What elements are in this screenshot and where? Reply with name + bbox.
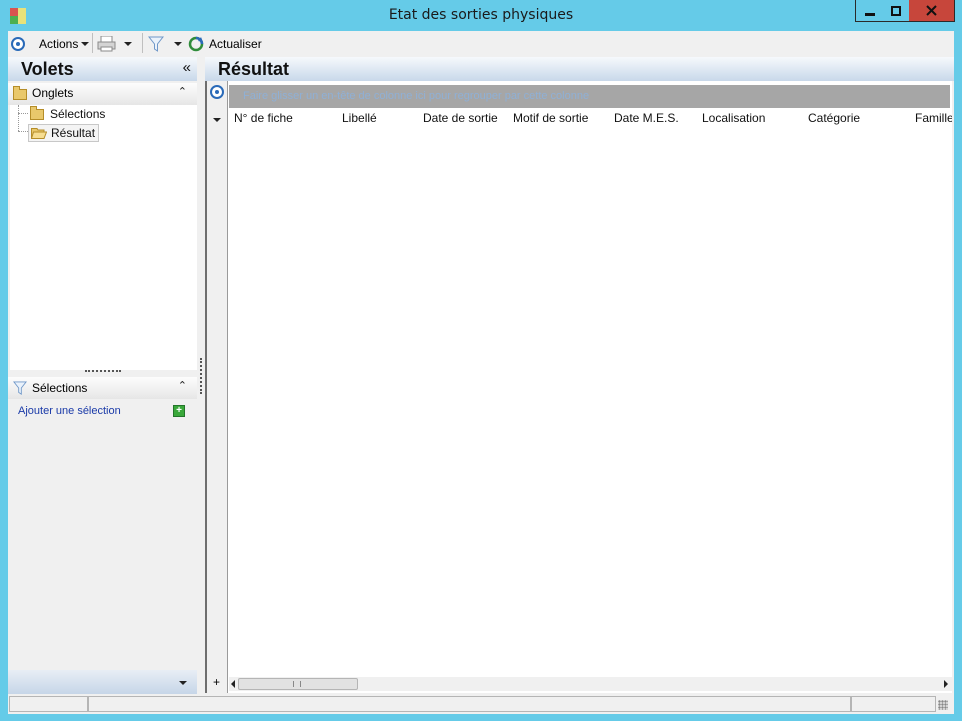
add-selection-link[interactable]: Ajouter une sélection [18, 405, 121, 417]
target-icon [11, 37, 25, 51]
onglets-section-header[interactable]: Onglets ⌃ [8, 83, 197, 105]
title-bar[interactable]: Etat des sorties physiques [0, 0, 962, 31]
navigation-pane: Volets « Onglets ⌃ Sélections Résultat S… [8, 56, 197, 694]
collapse-section-icon[interactable]: ⌃ [178, 85, 187, 98]
filter-dropdown[interactable] [174, 35, 182, 53]
target-button[interactable] [11, 35, 25, 53]
refresh-label: Actualiser [209, 37, 262, 51]
status-panel [9, 696, 88, 712]
status-panel [88, 696, 851, 712]
scroll-right-icon[interactable] [942, 679, 950, 689]
navigation-pane-header: Volets « [8, 57, 197, 81]
resize-grip[interactable] [938, 700, 948, 710]
filter-icon [148, 36, 164, 52]
column-header-date-mes[interactable]: Date M.E.S. [614, 111, 679, 127]
column-header-date-sortie[interactable]: Date de sortie [423, 111, 498, 127]
collapse-section-icon[interactable]: ⌃ [178, 379, 187, 392]
row-selector-column [207, 81, 228, 693]
navigation-pane-title: Volets [21, 59, 74, 79]
collapse-pane-button[interactable]: « [183, 59, 191, 76]
open-folder-icon [31, 128, 47, 139]
tree-connector [18, 131, 28, 132]
window-title: Etat des sorties physiques [388, 7, 574, 23]
client-area: Actions Actualiser Volets « Onglets ⌃ Sé… [8, 31, 954, 714]
group-by-panel[interactable]: Faire glisser un en-tête de colonne ici … [229, 85, 950, 108]
scrollbar-thumb[interactable] [238, 678, 358, 690]
refresh-icon [188, 36, 204, 52]
pane-splitter-grip[interactable] [85, 370, 121, 376]
selections-section-title: Sélections [32, 381, 88, 395]
target-icon[interactable] [210, 85, 224, 99]
tree-connector [18, 113, 28, 114]
filter-button[interactable] [148, 35, 164, 53]
printer-icon [97, 36, 116, 52]
scroll-left-icon[interactable] [229, 679, 237, 689]
toolbar-separator [142, 33, 143, 53]
chevron-down-icon[interactable] [179, 681, 187, 685]
toolbar-separator [92, 33, 93, 53]
column-header-no-fiche[interactable]: N° de fiche [234, 111, 293, 127]
group-by-hint: Faire glisser un en-tête de colonne ici … [243, 90, 590, 102]
column-chooser-dropdown[interactable] [213, 118, 221, 122]
horizontal-scrollbar[interactable]: + [213, 675, 952, 691]
selections-section-header[interactable]: Sélections ⌃ [8, 377, 197, 399]
maximize-button[interactable] [882, 0, 910, 22]
result-pane: Résultat Faire glisser un en-tête de col… [205, 56, 954, 694]
tab-selections-label: Sélections [50, 107, 106, 121]
column-header-motif-sortie[interactable]: Motif de sortie [513, 111, 588, 127]
status-bar [8, 694, 954, 714]
chevron-down-icon [174, 42, 182, 46]
result-header: Résultat [205, 57, 954, 81]
application-window: Etat des sorties physiques Actions Actua… [0, 0, 962, 721]
refresh-button[interactable]: Actualiser [188, 35, 262, 53]
onglets-tree: Sélections Résultat [10, 105, 197, 370]
status-panel [851, 696, 936, 712]
print-button[interactable] [97, 35, 116, 53]
minimize-button[interactable] [855, 0, 884, 22]
folder-icon [13, 86, 27, 100]
toolbar: Actions Actualiser [8, 31, 954, 56]
tab-selections[interactable]: Sélections [28, 105, 106, 122]
column-header-famille[interactable]: Famille [915, 111, 952, 127]
close-button[interactable] [909, 0, 955, 22]
onglets-section-title: Onglets [32, 86, 74, 100]
maximize-icon [890, 5, 901, 16]
column-header-localisation[interactable]: Localisation [702, 111, 765, 127]
add-icon[interactable]: + [173, 405, 185, 417]
filter-icon [13, 381, 27, 395]
main-splitter[interactable] [198, 56, 205, 694]
actions-label: Actions [39, 37, 79, 51]
chevron-down-icon [124, 42, 132, 46]
column-header-libelle[interactable]: Libellé [342, 111, 377, 127]
tab-resultat[interactable]: Résultat [28, 124, 100, 142]
print-dropdown[interactable] [124, 35, 132, 53]
tree-connector [18, 105, 19, 131]
actions-menu-button[interactable]: Actions [39, 35, 90, 53]
minimize-icon [864, 12, 875, 16]
folder-icon [30, 105, 44, 120]
result-title: Résultat [218, 59, 290, 79]
expand-icon[interactable]: + [213, 675, 220, 689]
navigation-pane-footer [8, 670, 197, 694]
chevron-down-icon [81, 42, 90, 46]
result-grid: Faire glisser un en-tête de colonne ici … [205, 81, 952, 693]
tab-resultat-label: Résultat [51, 126, 96, 140]
column-header-categorie[interactable]: Catégorie [808, 111, 860, 127]
close-icon [926, 5, 937, 16]
